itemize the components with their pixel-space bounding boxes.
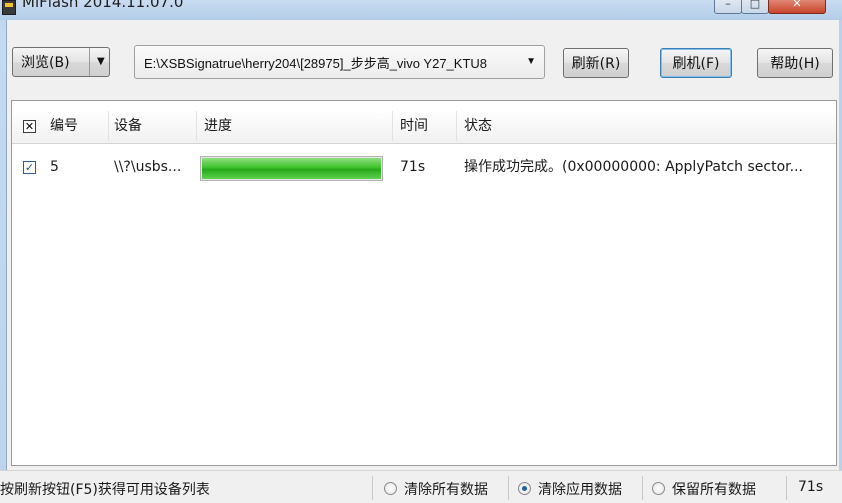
device-list[interactable]: ✕ 编号 设备 进度 时间 状态 ✓ 5 \\?\usbs... 71s 操作成: [11, 100, 837, 466]
status-divider: [508, 476, 509, 500]
rom-path-combobox[interactable]: E:\XSBSignatrue\herry204\[28975]_步步高_viv…: [134, 45, 545, 79]
status-bar: 按刷新按钮(F5)获得可用设备列表 清除所有数据 清除应用数据 保留所有数据 7…: [0, 470, 842, 503]
chevron-down-icon[interactable]: ▼: [526, 56, 536, 67]
status-divider: [372, 476, 373, 500]
flash-button-label: 刷机(F): [672, 56, 720, 72]
column-header-time[interactable]: 时间: [400, 109, 428, 143]
radio-clear-app-data-label[interactable]: 清除应用数据: [538, 479, 622, 499]
column-header-id[interactable]: 编号: [50, 109, 78, 143]
close-button[interactable]: ✕: [768, 0, 826, 14]
title-bar[interactable]: MiFlash 2014.11.07.0 – □ ✕: [0, 0, 842, 20]
status-divider: [642, 476, 643, 500]
list-header: ✕ 编号 设备 进度 时间 状态: [12, 109, 836, 144]
miflash-window: MiFlash 2014.11.07.0 – □ ✕ 浏览(B) ▼ E:\XS…: [0, 0, 842, 503]
help-button-label: 帮助(H): [770, 56, 820, 72]
column-divider[interactable]: [392, 111, 393, 141]
refresh-button[interactable]: 刷新(R): [563, 48, 629, 78]
minimize-icon: –: [725, 0, 731, 10]
refresh-button-label: 刷新(R): [571, 56, 621, 72]
column-divider[interactable]: [196, 111, 197, 141]
flash-progress-bar: [200, 156, 383, 181]
table-row[interactable]: ✓ 5 \\?\usbs... 71s 操作成功完成。(0x00000000: …: [12, 153, 836, 181]
progress-fill: [202, 158, 381, 179]
column-header-progress[interactable]: 进度: [204, 109, 232, 143]
radio-keep-all-label[interactable]: 保留所有数据: [672, 479, 756, 499]
column-divider[interactable]: [456, 111, 457, 141]
row-checkbox[interactable]: ✓: [23, 161, 36, 174]
browse-button-label: 浏览(B): [21, 55, 70, 71]
help-button[interactable]: 帮助(H): [757, 48, 833, 78]
radio-keep-all[interactable]: [652, 482, 665, 495]
radio-clear-all[interactable]: [384, 482, 397, 495]
status-elapsed: 71s: [798, 479, 824, 495]
browse-split-divider: [89, 48, 90, 76]
status-hint: 按刷新按钮(F5)获得可用设备列表: [0, 482, 210, 498]
close-icon: ✕: [792, 0, 802, 10]
rom-path-value: E:\XSBSignatrue\herry204\[28975]_步步高_viv…: [144, 55, 488, 71]
window-title: MiFlash 2014.11.07.0: [22, 0, 184, 11]
column-divider[interactable]: [108, 111, 109, 141]
miflash-app-icon: [2, 0, 16, 15]
client-area: 浏览(B) ▼ E:\XSBSignatrue\herry204\[28975]…: [6, 20, 839, 503]
status-message: 操作成功完成。(0x00000000: ApplyPatch sector...: [464, 159, 803, 175]
dropdown-arrow-icon[interactable]: ▼: [97, 56, 105, 67]
browse-button[interactable]: 浏览(B) ▼: [12, 47, 110, 77]
elapsed-time: 71s: [400, 159, 426, 175]
minimize-button[interactable]: –: [714, 0, 742, 14]
radio-clear-app-data[interactable]: [518, 482, 531, 495]
status-divider: [786, 476, 787, 500]
device-id: 5: [50, 159, 59, 175]
flash-button[interactable]: 刷机(F): [660, 48, 732, 78]
select-all-checkbox[interactable]: ✕: [23, 120, 36, 133]
column-header-device[interactable]: 设备: [114, 109, 142, 143]
column-header-status[interactable]: 状态: [464, 109, 492, 143]
maximize-button[interactable]: □: [741, 0, 769, 14]
radio-clear-all-label[interactable]: 清除所有数据: [404, 479, 488, 499]
device-path: \\?\usbs...: [114, 159, 182, 175]
maximize-icon: □: [749, 0, 761, 10]
